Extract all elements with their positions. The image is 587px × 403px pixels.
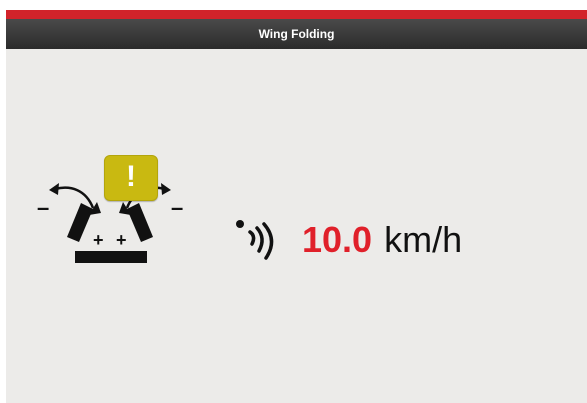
exclamation-warning-icon: ! [104,155,158,201]
wing-right-minus: – [171,195,183,220]
title-bar: Wing Folding [6,19,587,49]
accent-bar [6,10,587,19]
wing-right-plus: + [116,230,127,250]
wing-left-plus: + [93,230,104,250]
speed-sensor-wave-icon [236,220,274,260]
wing-fold-icon: – – + + ! [31,145,191,265]
speed-readout: 10.0 km/h [234,210,462,270]
warning-symbol: ! [126,160,136,193]
speed-value: 10.0 [302,219,373,260]
wing-folding-screen: Wing Folding – – + + ! 10.0 km/h [6,10,587,403]
wing-left-minus: – [37,195,49,220]
speed-unit: km/h [384,219,463,260]
page-title: Wing Folding [258,27,335,41]
